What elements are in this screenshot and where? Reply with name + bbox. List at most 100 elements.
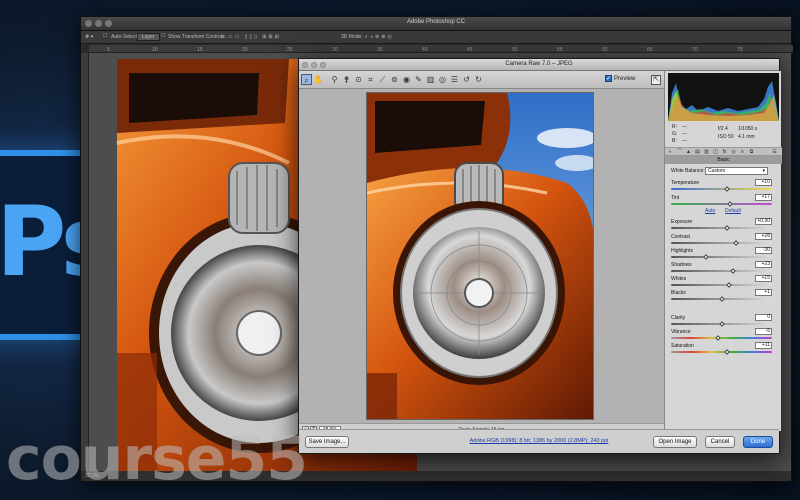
shadows-slider-handle[interactable] [729,268,736,274]
snapshots-tab-icon[interactable]: ⧉ [748,149,755,155]
highlights-slider[interactable] [671,256,772,258]
saturation-value-field[interactable]: +11 [755,342,772,349]
radial-filter-icon[interactable]: ◎ [437,74,448,85]
contrast-slider-handle[interactable] [732,240,739,246]
camera-raw-titlebar: Camera Raw 7.0 – JPEG [299,59,779,71]
whites-label: Whites [671,276,687,282]
preferences-icon[interactable]: ☰ [449,74,460,85]
split-toning-tab-icon[interactable]: ▥ [703,149,710,155]
zoom-tool-icon[interactable]: ⌕ [301,74,312,85]
vibrance-slider[interactable] [671,337,772,339]
white-balance-value: Custom [708,168,726,174]
exposure-value-field[interactable]: +0.30 [755,218,772,225]
contrast-value-field[interactable]: +28 [755,233,772,240]
camera-raw-dialog: Camera Raw 7.0 – JPEG ⌕ ✋ ⚲ ⚵ ⊙ ⌗ ⟋ ⊚ ◉ … [298,58,782,454]
saturation-slider-handle[interactable] [723,349,730,355]
3d-mode-icons[interactable]: ◐◑⊕⊗◎ [365,34,394,40]
default-link[interactable]: Default [725,208,741,214]
hsl-tab-icon[interactable]: ▤ [694,149,701,155]
move-tool-icon[interactable]: ✥ ▾ [85,34,93,40]
vibrance-value-field[interactable]: -5 [755,328,772,335]
readout-b-value: --- [682,138,687,144]
aperture-value: f/2.4 [718,126,728,132]
options-bar: ✥ ▾ ☐ Auto-Select: Layer ☐ Show Transfor… [81,31,791,44]
open-image-button[interactable]: Open Image [653,436,697,448]
adjustment-brush-icon[interactable]: ✎ [413,74,424,85]
tone-curve-tab-icon[interactable]: ⌒ [676,149,683,155]
straighten-tool-icon[interactable]: ⟋ [377,74,388,85]
basic-tab-icon[interactable]: ◐ [667,149,674,155]
clarity-label: Clarity [671,315,686,321]
white-balance-select[interactable]: Custom ▾ [705,167,768,175]
readout: R: --- G: --- B: --- f/2.4 1/1050 s ISO … [668,123,779,145]
auto-link[interactable]: Auto [705,208,715,214]
blacks-slider-handle[interactable] [718,296,725,302]
presets-tab-icon[interactable]: ≡ [739,149,746,155]
graduated-filter-icon[interactable]: ▥ [425,74,436,85]
tint-label: Tint [671,195,680,201]
fullscreen-icon[interactable]: ⇱ [651,75,661,85]
camera-calibration-tab-icon[interactable]: ◎ [730,149,737,155]
saturation-slider[interactable] [671,351,772,353]
crop-tool-icon[interactable]: ⌗ [365,74,376,85]
car-headlight-illustration [367,93,593,419]
clarity-slider-handle[interactable] [718,321,725,327]
white-balance-tool-icon[interactable]: ⚲ [329,74,340,85]
photoshop-title: Adobe Photoshop CC [406,19,466,25]
car-headlight-photo[interactable] [366,92,594,420]
temperature-slider-handle[interactable] [723,186,730,192]
whites-slider-handle[interactable] [725,282,732,288]
preview-check-icon: ✓ [605,75,612,82]
cancel-button[interactable]: Cancel [705,436,735,448]
tint-slider-handle[interactable] [726,201,733,207]
spot-removal-icon[interactable]: ⊚ [389,74,400,85]
targeted-adjustment-icon[interactable]: ⊙ [353,74,364,85]
highlights-value-field[interactable]: -30 [755,247,772,254]
done-button[interactable]: Done [743,436,773,448]
align-icons[interactable]: ▭▭▭ ▯▯▯ ⊞⊞⊞ [221,34,281,40]
auto-select-checkbox[interactable]: ☐ [103,33,107,39]
white-balance-label: White Balance: [671,168,705,174]
left-ruler [81,53,89,471]
screen: Ps Adobe Photoshop CC ✥ ▾ ☐ Auto-Select:… [0,0,800,500]
whites-slider[interactable] [671,284,772,286]
tint-slider[interactable] [671,203,772,205]
panel-menu-icon[interactable]: ☰ [771,149,778,155]
clarity-value-field[interactable]: 0 [755,314,772,321]
exposure-label: Exposure [671,219,693,225]
color-sampler-icon[interactable]: ⚵ [341,74,352,85]
iso-value: ISO 50 [718,134,734,140]
shadows-slider[interactable] [671,270,772,272]
blacks-value-field[interactable]: +1 [755,289,772,296]
rotate-right-icon[interactable]: ↻ [473,74,484,85]
auto-select-label: Auto-Select: [111,34,139,40]
photoshop-titlebar: Adobe Photoshop CC [81,17,791,31]
contrast-slider[interactable] [671,242,772,244]
detail-tab-icon[interactable]: ▲ [685,149,692,155]
temperature-slider[interactable] [671,188,772,190]
camera-raw-title: Camera Raw 7.0 – JPEG [505,61,573,67]
readout-g-label: G: [672,131,678,137]
exposure-slider[interactable] [671,227,772,229]
whites-value-field[interactable]: +15 [755,275,772,282]
adjustments-panel: ✓ Preview ⇱ R: --- G: --- B: --- f/2.4 1… [605,71,782,431]
preview-label: Preview [614,75,636,82]
rotate-left-icon[interactable]: ↺ [461,74,472,85]
lens-tab-icon[interactable]: ◫ [712,149,719,155]
show-transform-label: Show Transform Controls [168,34,225,40]
tint-value-field[interactable]: +17 [755,194,772,201]
top-ruler: 5 10 15 20 25 30 35 40 45 50 55 60 65 70 75 [89,45,793,53]
dialog-footer: Save Image... Adobe RGB (1998); 8 bit; 1… [299,429,779,453]
preview-area [299,89,664,424]
layer-select[interactable]: Layer [137,33,160,41]
shadows-value-field[interactable]: +23 [755,261,772,268]
show-transform-checkbox[interactable]: ☐ [161,33,165,39]
saturation-label: Saturation [671,343,694,349]
temperature-value-field[interactable]: +10 [755,179,772,186]
blacks-label: Blacks [671,290,686,296]
chevron-down-icon: ▾ [762,168,765,174]
effects-tab-icon[interactable]: fx [721,149,728,155]
exposure-slider-handle[interactable] [723,225,730,231]
hand-tool-icon[interactable]: ✋ [313,74,324,85]
red-eye-icon[interactable]: ◉ [401,74,412,85]
